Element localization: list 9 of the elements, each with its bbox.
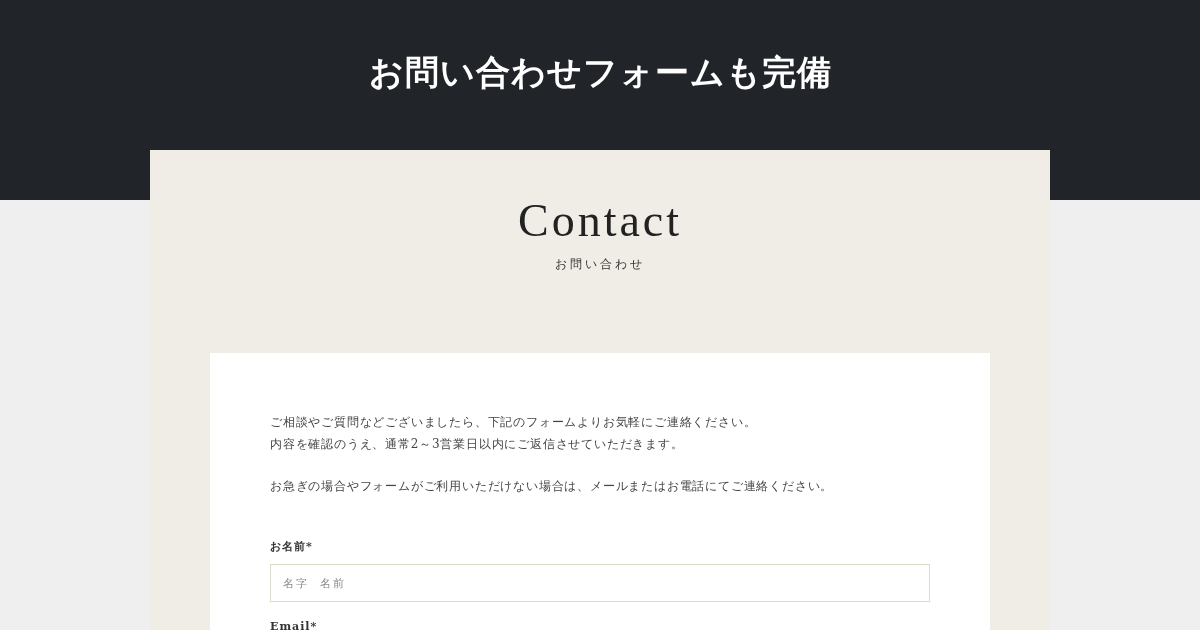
note-text: お急ぎの場合やフォームがご利用いただけない場合は、メールまたはお電話にてご連絡ください。 [270, 478, 835, 495]
field-label: Email* [270, 620, 319, 630]
intro-text: 内容を確認のうえ、通常2～3営業日以内にご返信させていただきます。 [270, 436, 685, 453]
intro-text: ご相談やご質問などございましたら、下記のフォームよりお気軽にご連絡ください。 [270, 414, 758, 431]
banner-title: お問い合わせフォームも完備 [368, 51, 832, 94]
contact-subheading: お問い合わせ [555, 256, 645, 273]
input-field[interactable]: 名字 名前 [270, 564, 930, 602]
contact-heading: Contact [517, 198, 683, 244]
field-label: お名前* [270, 539, 314, 554]
